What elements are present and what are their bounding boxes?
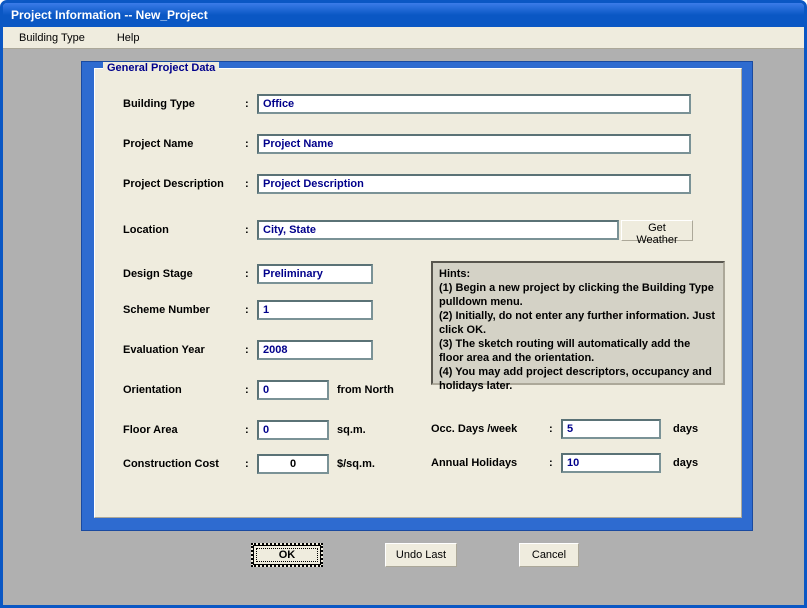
label-design-stage: Design Stage — [123, 268, 245, 280]
building-type-input[interactable] — [257, 94, 691, 114]
label-orientation: Orientation — [123, 384, 245, 396]
row-occ-days: Occ. Days /week : days — [431, 419, 698, 439]
row-project-description: Project Description : — [123, 173, 691, 195]
window-title: Project Information -- New_Project — [11, 8, 208, 22]
label-building-type: Building Type — [123, 98, 245, 110]
occ-days-input[interactable] — [561, 419, 661, 439]
undo-last-button[interactable]: Undo Last — [385, 543, 457, 567]
row-construction-cost: Construction Cost : $/sq.m. — [123, 453, 375, 475]
hints-line-3: (3) The sketch routing will automaticall… — [439, 337, 717, 365]
row-floor-area: Floor Area : sq.m. — [123, 419, 366, 441]
menu-building-type[interactable]: Building Type — [9, 30, 95, 46]
label-occ-days: Occ. Days /week — [431, 423, 549, 435]
group-legend: General Project Data — [103, 62, 219, 74]
scheme-number-input[interactable] — [257, 300, 373, 320]
app-window: Project Information -- New_Project Build… — [0, 0, 807, 608]
colon: : — [245, 268, 257, 280]
row-project-name: Project Name : — [123, 133, 691, 155]
colon: : — [549, 423, 561, 435]
label-location: Location — [123, 224, 245, 236]
hints-line-4: (4) You may add project descriptors, occ… — [439, 365, 717, 393]
action-buttons: OK Undo Last Cancel — [251, 543, 591, 567]
titlebar: Project Information -- New_Project — [3, 3, 804, 27]
colon: : — [245, 138, 257, 150]
colon: : — [245, 458, 257, 470]
menu-help[interactable]: Help — [107, 30, 150, 46]
form-frame: General Project Data Building Type : Pro… — [81, 61, 753, 531]
hints-panel: Hints: (1) Begin a new project by clicki… — [431, 261, 725, 385]
label-annual-holidays: Annual Holidays — [431, 457, 549, 469]
label-construction-cost: Construction Cost — [123, 458, 245, 470]
row-orientation: Orientation : from North — [123, 379, 394, 401]
project-description-input[interactable] — [257, 174, 691, 194]
colon: : — [245, 224, 257, 236]
row-annual-holidays: Annual Holidays : days — [431, 453, 698, 473]
colon: : — [245, 424, 257, 436]
ok-button[interactable]: OK — [251, 543, 323, 567]
colon: : — [245, 178, 257, 190]
colon: : — [245, 384, 257, 396]
get-weather-button[interactable]: Get Weather — [621, 220, 693, 241]
floor-area-input[interactable] — [257, 420, 329, 440]
row-building-type: Building Type : — [123, 93, 691, 115]
unit-annual-holidays: days — [673, 457, 698, 469]
hints-line-1: (1) Begin a new project by clicking the … — [439, 281, 717, 309]
hints-title: Hints: — [439, 267, 717, 281]
colon: : — [245, 344, 257, 356]
evaluation-year-input[interactable] — [257, 340, 373, 360]
general-project-data-group: General Project Data Building Type : Pro… — [94, 68, 742, 518]
label-evaluation-year: Evaluation Year — [123, 344, 245, 356]
row-evaluation-year: Evaluation Year : — [123, 339, 373, 361]
project-name-input[interactable] — [257, 134, 691, 154]
design-stage-input[interactable] — [257, 264, 373, 284]
hints-line-2: (2) Initially, do not enter any further … — [439, 309, 717, 337]
menubar: Building Type Help — [3, 27, 804, 49]
row-location: Location : Get Weather — [123, 219, 693, 241]
label-scheme-number: Scheme Number — [123, 304, 245, 316]
unit-floor-area: sq.m. — [337, 424, 366, 436]
construction-cost-input[interactable] — [257, 454, 329, 474]
cancel-button[interactable]: Cancel — [519, 543, 579, 567]
colon: : — [245, 98, 257, 110]
unit-construction-cost: $/sq.m. — [337, 458, 375, 470]
label-project-description: Project Description — [123, 178, 245, 190]
colon: : — [549, 457, 561, 469]
orientation-input[interactable] — [257, 380, 329, 400]
unit-occ-days: days — [673, 423, 698, 435]
location-input[interactable] — [257, 220, 619, 240]
annual-holidays-input[interactable] — [561, 453, 661, 473]
unit-orientation: from North — [337, 384, 394, 396]
client-area: General Project Data Building Type : Pro… — [3, 49, 804, 605]
label-floor-area: Floor Area — [123, 424, 245, 436]
row-design-stage: Design Stage : — [123, 263, 373, 285]
row-scheme-number: Scheme Number : — [123, 299, 373, 321]
colon: : — [245, 304, 257, 316]
label-project-name: Project Name — [123, 138, 245, 150]
